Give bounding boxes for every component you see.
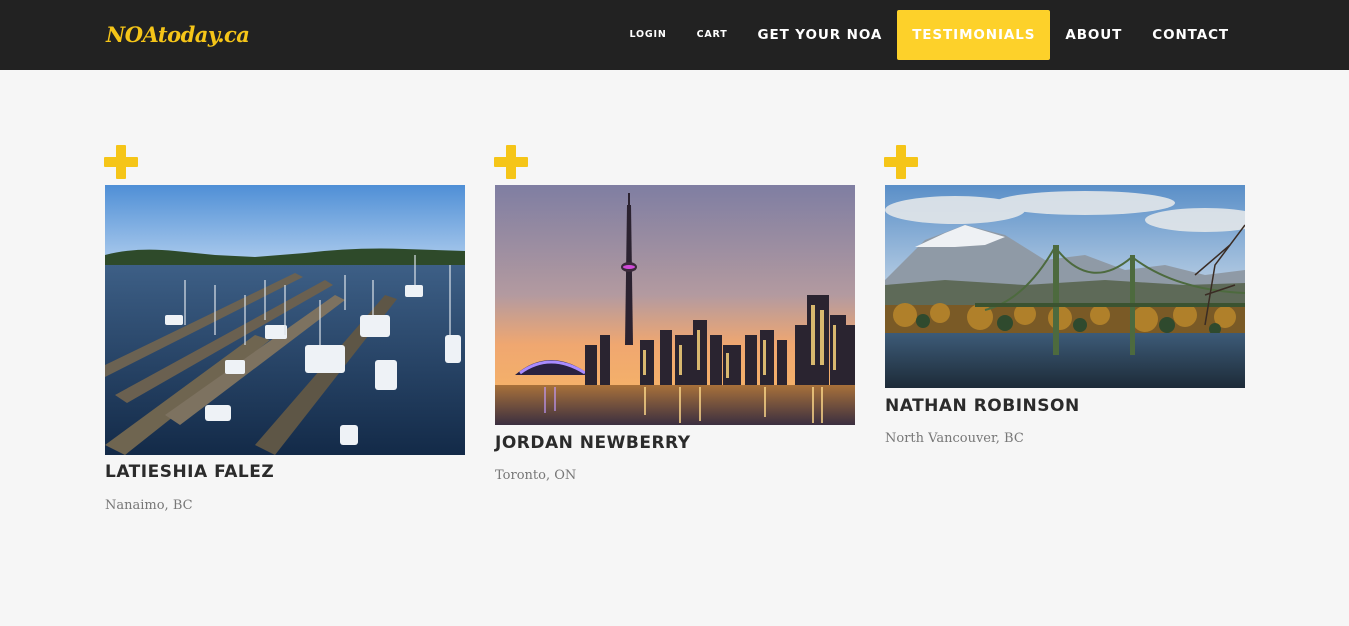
- main-nav: LOGIN CART GET YOUR NOA TESTIMONIALS ABO…: [615, 10, 1245, 60]
- testimonial-name[interactable]: NATHAN ROBINSON: [885, 396, 1245, 416]
- site-logo[interactable]: NOAtoday.ca: [106, 22, 250, 47]
- nav-get-your-noa[interactable]: GET YOUR NOA: [742, 10, 897, 60]
- testimonial-card: LATIESHIA FALEZ Nanaimo, BC: [104, 145, 465, 525]
- testimonial-location: North Vancouver, BC: [885, 431, 1024, 446]
- nav-testimonials[interactable]: TESTIMONIALS: [897, 10, 1051, 60]
- nav-about[interactable]: ABOUT: [1050, 10, 1137, 60]
- plus-icon[interactable]: [494, 145, 528, 179]
- plus-icon[interactable]: [884, 145, 918, 179]
- marina-harbour-photo[interactable]: [105, 185, 465, 455]
- testimonial-location: Nanaimo, BC: [105, 498, 193, 513]
- plus-icon[interactable]: [104, 145, 138, 179]
- navbar: NOAtoday.ca LOGIN CART GET YOUR NOA TEST…: [0, 0, 1349, 70]
- nav-cart[interactable]: CART: [682, 10, 743, 60]
- nav-login[interactable]: LOGIN: [615, 10, 682, 60]
- nav-contact[interactable]: CONTACT: [1137, 10, 1244, 60]
- testimonial-location: Toronto, ON: [495, 468, 577, 483]
- toronto-skyline-photo[interactable]: [495, 185, 855, 425]
- lions-gate-bridge-photo[interactable]: [885, 185, 1245, 388]
- testimonial-name[interactable]: JORDAN NEWBERRY: [495, 433, 855, 453]
- testimonial-card: NATHAN ROBINSON North Vancouver, BC: [884, 145, 1245, 465]
- testimonial-card: JORDAN NEWBERRY Toronto, ON: [494, 145, 855, 495]
- testimonial-name[interactable]: LATIESHIA FALEZ: [105, 462, 465, 482]
